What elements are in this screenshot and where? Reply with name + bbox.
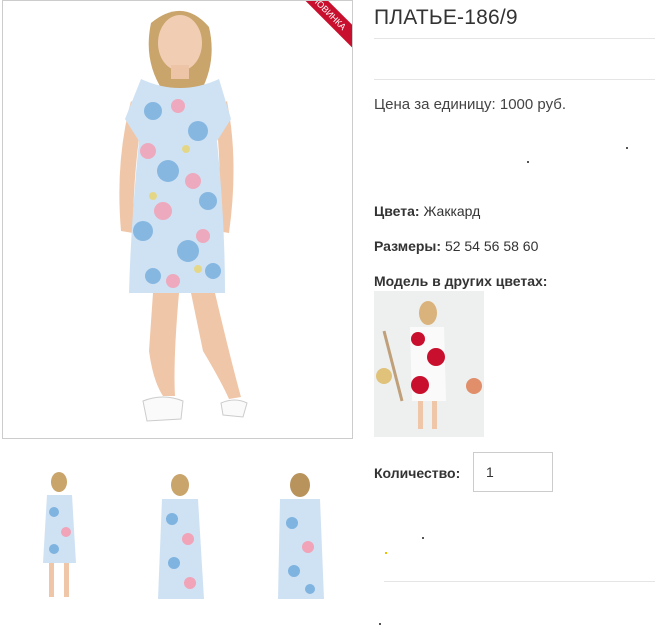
decorative-dot	[527, 161, 529, 163]
product-title: ПЛАТЬЕ-186/9	[374, 6, 518, 29]
colors-row: Цвета: Жаккард	[374, 203, 480, 219]
other-colors-heading: Модель в других цветах:	[374, 273, 547, 289]
price-text: Цена за единицу: 1000 руб.	[374, 96, 566, 113]
sizes-label: Размеры:	[374, 238, 442, 254]
decorative-dot	[385, 552, 387, 554]
thumbnail-2[interactable]	[122, 467, 232, 609]
thumbnail-1[interactable]	[2, 467, 112, 609]
colors-value: Жаккард	[423, 203, 481, 219]
sizes-value: 52 54 56 58 60	[444, 238, 539, 254]
decorative-dot	[626, 147, 628, 149]
quantity-input[interactable]	[473, 452, 553, 492]
divider	[384, 581, 655, 582]
divider	[374, 79, 655, 80]
thumbnail-3[interactable]	[242, 467, 352, 609]
main-product-image[interactable]: НОВИНКА	[2, 0, 353, 439]
other-colors-label: Модель в других цветах:	[374, 273, 548, 289]
other-color-thumbnail[interactable]	[374, 291, 484, 437]
divider	[374, 38, 655, 39]
thumbnail-strip	[2, 467, 353, 609]
quantity-label: Количество:	[374, 465, 461, 481]
model-photo	[119, 10, 248, 422]
colors-label: Цвета:	[374, 203, 420, 219]
sizes-row: Размеры: 52 54 56 58 60	[374, 238, 538, 254]
decorative-dot	[379, 623, 381, 625]
decorative-dot	[422, 537, 424, 539]
